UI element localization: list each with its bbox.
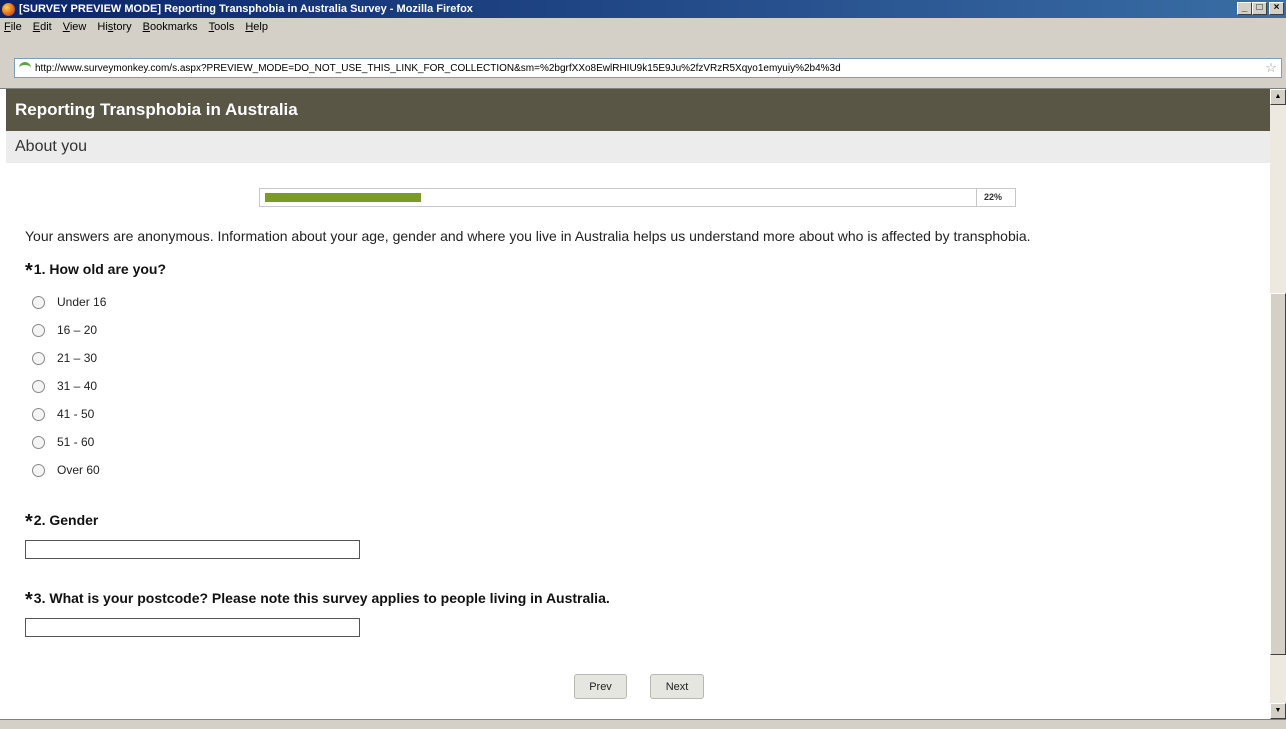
age-option[interactable]: 16 – 20: [32, 316, 106, 344]
question-1-options: Under 16 16 – 20 21 – 30 31 – 40 41 - 50…: [32, 288, 106, 484]
option-label: 31 – 40: [57, 379, 98, 393]
postcode-field[interactable]: [25, 618, 360, 637]
address-url[interactable]: http://www.surveymonkey.com/s.aspx?PREVI…: [35, 63, 1263, 74]
minimize-button[interactable]: _: [1237, 2, 1252, 15]
progress-bar: 22%: [259, 188, 1016, 207]
option-label: 21 – 30: [57, 351, 98, 365]
progress-fill: [265, 193, 421, 202]
required-asterisk: *: [25, 260, 33, 282]
gender-field[interactable]: [25, 540, 360, 559]
radio-button[interactable]: [32, 463, 45, 477]
age-option[interactable]: 51 - 60: [32, 428, 106, 456]
intro-text: Your answers are anonymous. Information …: [25, 228, 1031, 244]
age-option[interactable]: 41 - 50: [32, 400, 106, 428]
radio-button[interactable]: [32, 323, 45, 337]
question-1-text: 1. How old are you?: [33, 261, 167, 277]
close-button[interactable]: ×: [1269, 2, 1284, 15]
window-controls: _ □ ×: [1237, 2, 1284, 15]
question-3-title: * 3. What is your postcode? Please note …: [25, 589, 610, 611]
question-1-title: * 1. How old are you?: [25, 260, 167, 282]
site-icon: [19, 62, 31, 74]
radio-button[interactable]: [32, 407, 45, 421]
menu-help[interactable]: Help: [245, 21, 268, 33]
age-option[interactable]: 31 – 40: [32, 372, 106, 400]
menu-history[interactable]: History: [97, 21, 131, 33]
menu-bookmarks[interactable]: Bookmarks: [143, 21, 198, 33]
scroll-down-arrow[interactable]: ▼: [1270, 703, 1286, 719]
required-asterisk: *: [25, 589, 33, 611]
browser-window: [SURVEY PREVIEW MODE] Reporting Transpho…: [0, 0, 1286, 729]
progress-track: [265, 193, 974, 202]
required-asterisk: *: [25, 511, 33, 533]
progress-label: 22%: [984, 192, 1003, 202]
firefox-icon: [2, 2, 15, 16]
menu-tools[interactable]: Tools: [209, 21, 235, 33]
address-bar[interactable]: http://www.surveymonkey.com/s.aspx?PREVI…: [14, 58, 1282, 78]
survey-title: Reporting Transphobia in Australia: [6, 89, 1270, 131]
option-label: Over 60: [57, 463, 100, 477]
bookmark-star-icon[interactable]: ☆: [1263, 60, 1279, 76]
question-2-title: * 2. Gender: [25, 511, 99, 533]
radio-button[interactable]: [32, 379, 45, 393]
prev-button[interactable]: Prev: [574, 674, 627, 699]
option-label: 51 - 60: [57, 435, 95, 449]
question-3-text: 3. What is your postcode? Please note th…: [33, 590, 610, 606]
radio-button[interactable]: [32, 295, 45, 309]
age-option[interactable]: Over 60: [32, 456, 106, 484]
age-option[interactable]: 21 – 30: [32, 344, 106, 372]
scroll-up-arrow[interactable]: ▲: [1270, 89, 1286, 105]
option-label: 16 – 20: [57, 323, 98, 337]
menu-file[interactable]: File: [4, 21, 22, 33]
age-option[interactable]: Under 16: [32, 288, 106, 316]
option-label: 41 - 50: [57, 407, 95, 421]
progress-divider: [976, 189, 977, 206]
page-content: Reporting Transphobia in Australia About…: [0, 89, 1270, 719]
page-title: About you: [6, 131, 1270, 163]
maximize-button[interactable]: □: [1252, 2, 1267, 15]
menu-bar: File Edit View History Bookmarks Tools H…: [0, 18, 1286, 35]
window-title-bar: [SURVEY PREVIEW MODE] Reporting Transpho…: [0, 0, 1286, 18]
navigation-toolbar: http://www.surveymonkey.com/s.aspx?PREVI…: [0, 35, 1286, 89]
scroll-thumb[interactable]: [1270, 293, 1286, 655]
status-bar: [0, 719, 1286, 729]
window-title: [SURVEY PREVIEW MODE] Reporting Transpho…: [19, 3, 473, 15]
vertical-scrollbar[interactable]: ▲ ▼: [1270, 89, 1286, 719]
option-label: Under 16: [57, 295, 107, 309]
radio-button[interactable]: [32, 435, 45, 449]
menu-view[interactable]: View: [63, 21, 87, 33]
question-2-text: 2. Gender: [33, 512, 99, 528]
radio-button[interactable]: [32, 351, 45, 365]
menu-edit[interactable]: Edit: [33, 21, 52, 33]
next-button[interactable]: Next: [650, 674, 704, 699]
